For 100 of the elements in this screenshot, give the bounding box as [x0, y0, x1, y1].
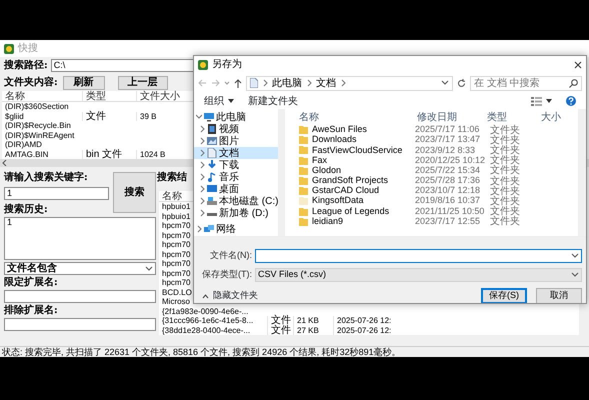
scroll-left-icon[interactable] — [2, 160, 7, 166]
dropdown-icon — [571, 270, 579, 278]
column-header[interactable]: 修改日期 — [417, 112, 487, 122]
toolbar-button[interactable]: 上一层 — [118, 76, 168, 90]
file-row[interactable]: Glodon 2025/7/22 15:34 文件夹 — [289, 166, 578, 176]
file-row[interactable]: leidian9 2023/7/17 12:55 文件夹 — [289, 216, 578, 227]
view-icon[interactable] — [531, 96, 542, 106]
table-cell-text: {2f1a983e-0090-4e6e-... — [161, 306, 248, 316]
document-icon — [250, 78, 258, 88]
nav-item[interactable]: 此电脑 — [194, 111, 278, 123]
column-header[interactable]: 名称 — [289, 112, 418, 122]
chevron-icon — [340, 79, 346, 87]
search-button[interactable]: 搜索 — [113, 172, 156, 213]
nav-item[interactable]: 新加卷 (D:) — [194, 207, 278, 219]
scrollbar[interactable] — [578, 109, 586, 236]
film-icon — [207, 124, 217, 134]
table-cell-text: hpbuio1 — [161, 212, 190, 221]
new-folder-button[interactable]: 新建文件夹 — [248, 94, 298, 108]
nav-item[interactable]: 图片 — [194, 135, 278, 147]
filename-field[interactable] — [255, 248, 582, 262]
breadcrumb-item[interactable]: 此电脑 — [272, 78, 302, 88]
filetype-label: 保存类型(T): — [201, 270, 252, 280]
table-cell-text: Microso — [161, 297, 190, 306]
keyword-field[interactable]: 1 — [4, 187, 110, 200]
file-row[interactable]: GstarCAD Cloud 2023/10/7 12:18 文件夹 — [289, 186, 578, 196]
music-icon — [207, 172, 217, 182]
scrollbar[interactable] — [194, 237, 586, 244]
dialog-button[interactable]: 保存(S) — [481, 288, 527, 303]
table-cell: 文件 — [267, 316, 293, 326]
history-label: 搜索历史: — [4, 204, 49, 215]
drive-icon — [207, 196, 217, 206]
table-cell-text: hpcm70 — [161, 259, 190, 268]
table-cell-text: hpcm70 — [161, 221, 190, 230]
nav-item[interactable]: 网络 — [194, 223, 278, 235]
file-row[interactable]: Downloads 2023/7/17 13:47 文件夹 — [289, 135, 578, 146]
match-mode-select[interactable]: 文件名包含 — [4, 262, 156, 275]
chevron-up-icon — [202, 294, 209, 298]
path-label: 搜索路径: — [4, 60, 48, 71]
dialog-button[interactable]: 取消 — [536, 288, 582, 303]
table-cell-text: (DIR)$WinREAgent — [4, 130, 76, 140]
file-row[interactable]: League of Legends 2021/11/25 10:50 文件夹 — [289, 206, 578, 217]
dialog-title: 另存为 — [212, 59, 243, 70]
nav-item[interactable]: 视频 — [194, 123, 278, 135]
table-cell: 27 KB — [293, 326, 333, 335]
address-bar[interactable]: 此电脑 文档 — [246, 76, 453, 90]
network-icon — [204, 224, 214, 234]
scrollbar[interactable] — [278, 109, 285, 236]
history-box[interactable]: 1 — [4, 217, 156, 260]
expand-icon — [196, 113, 202, 121]
filetype-select[interactable]: CSV Files (*.csv) — [255, 268, 582, 282]
nav-item[interactable]: 本地磁盘 (C:) — [194, 195, 278, 207]
toolbar-button[interactable]: 刷新 — [62, 76, 105, 90]
hide-folders-button[interactable]: 隐藏文件夹 — [202, 289, 472, 303]
file-row[interactable]: KingsoftData 2019/8/16 10:37 文件夹 — [289, 196, 578, 206]
file-row[interactable]: AweSun Files 2025/7/17 11:06 文件夹 — [289, 125, 578, 136]
file-row[interactable]: Fax 2020/12/25 10:12 文件夹 — [289, 156, 578, 166]
search-field[interactable]: 在 文档 中搜索 — [470, 76, 582, 90]
organize-menu[interactable]: 组织 — [204, 94, 234, 108]
nav-item[interactable]: 桌面 — [194, 183, 278, 195]
up-icon[interactable] — [234, 78, 242, 88]
table-cell-text: (DIR)$Recycle.Bin — [4, 121, 72, 130]
keyword-label: 请输入搜索关键字: — [4, 172, 89, 183]
column-header[interactable]: 名称 — [159, 191, 182, 201]
dropdown-icon — [571, 252, 579, 260]
breadcrumb-item[interactable]: 文档 — [316, 78, 336, 88]
table-cell-text: {31ccc966-1e6c-41e5-8... — [161, 316, 254, 326]
app-icon — [198, 60, 208, 70]
table-cell-text: hpbuio1 — [161, 202, 190, 212]
table-cell-text: $gliid — [4, 112, 25, 121]
column-header[interactable]: 名称 — [2, 91, 82, 101]
nav-item[interactable]: 音乐 — [194, 171, 278, 183]
table-cell-text: AMTAG.BIN — [4, 150, 50, 159]
status-text: 状态: 搜索完毕, 共扫描了 22631 个文件夹, 85816 个文件, 搜索到 24926 个结果, 耗时32秒891毫秒。 — [0, 346, 589, 357]
table-cell-text: (DIR)AMD — [4, 140, 43, 150]
refresh-icon[interactable] — [457, 78, 466, 88]
computer-icon — [204, 112, 214, 122]
image-icon — [207, 136, 217, 146]
table-cell: 2025-07-26 12: — [333, 316, 403, 326]
results-label: 搜索结 — [157, 172, 187, 183]
column-header[interactable]: 大小 — [540, 112, 578, 122]
help-icon[interactable] — [566, 96, 576, 106]
dropdown-icon[interactable] — [441, 79, 449, 87]
table-cell: 文件 — [267, 326, 293, 335]
column-header[interactable]: 类型 — [82, 91, 136, 101]
file-row[interactable]: FastViewCloudService 2023/9/12 8:33 文件夹 — [289, 145, 578, 156]
table-cell-text: hpcm70 — [161, 278, 190, 288]
table-cell-text: BCD.LO — [161, 288, 192, 297]
column-header[interactable]: 类型 — [486, 112, 541, 122]
caret-icon[interactable] — [546, 99, 552, 103]
exclude-ext-field[interactable] — [4, 318, 156, 331]
include-ext-field[interactable] — [4, 290, 156, 303]
table-cell-text: (DIR)$360Section — [4, 102, 70, 112]
file-row[interactable]: GrandSoft Projects 2025/7/28 17:36 文件夹 — [289, 176, 578, 186]
chevron-icon — [306, 79, 312, 87]
close-icon[interactable] — [574, 60, 582, 68]
window-title: 快搜 — [18, 43, 38, 54]
nav-item[interactable]: 文档 — [194, 147, 278, 159]
table-cell: 21 KB — [293, 316, 333, 326]
nav-item[interactable]: 下载 — [194, 159, 278, 171]
table-cell-text: hpcm70 — [161, 250, 190, 259]
